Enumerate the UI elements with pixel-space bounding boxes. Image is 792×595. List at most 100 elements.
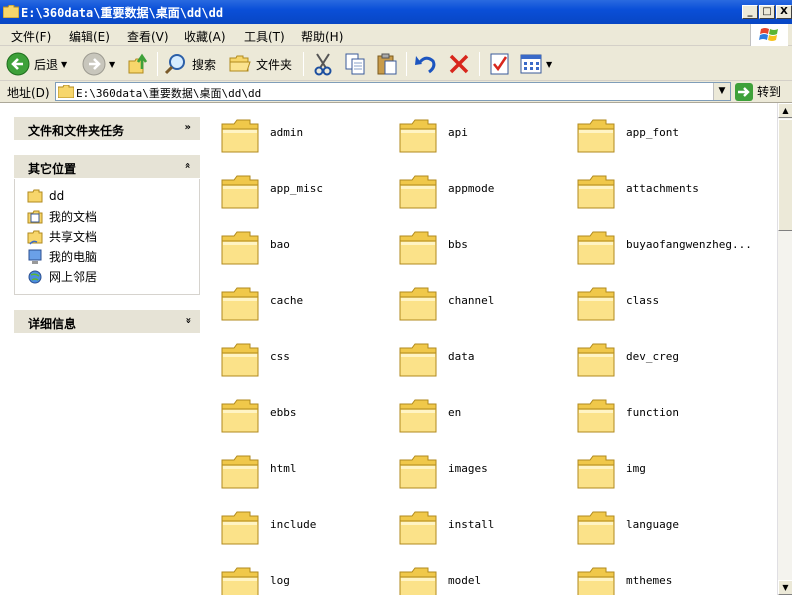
maximize-button[interactable]: □ <box>759 5 775 19</box>
properties-button[interactable] <box>488 51 512 77</box>
shared-folder-icon <box>27 230 43 244</box>
folder-item[interactable]: img <box>568 448 743 492</box>
folder-icon <box>398 172 438 210</box>
folder-item[interactable]: log <box>212 560 387 595</box>
window-title: E:\360data\重要数据\桌面\dd\dd <box>21 6 224 20</box>
paste-icon <box>377 53 397 75</box>
search-label: 搜索 <box>192 57 217 72</box>
folder-item[interactable]: attachments <box>568 168 743 212</box>
menu-tools[interactable]: 工具(T) <box>244 28 285 45</box>
folder-view[interactable]: admin api app_font app_misc appmode attachmen… <box>212 103 777 595</box>
folder-name: data <box>448 350 475 363</box>
forward-dropdown-icon[interactable]: ▼ <box>109 60 115 69</box>
chevron-down-icon[interactable]: » <box>185 122 191 133</box>
scroll-up-button[interactable]: ▲ <box>778 103 792 118</box>
menu-file[interactable]: 文件(F) <box>11 28 51 45</box>
folder-name: api <box>448 126 468 139</box>
close-button[interactable]: X <box>776 5 792 19</box>
paste-button[interactable] <box>375 51 399 77</box>
folder-item[interactable]: app_font <box>568 112 743 156</box>
folder-item[interactable]: appmode <box>390 168 565 212</box>
vertical-scrollbar[interactable]: ▲ ▼ <box>777 103 792 595</box>
folder-item[interactable]: bbs <box>390 224 565 268</box>
folder-name: appmode <box>448 182 495 195</box>
folder-item[interactable]: css <box>212 336 387 380</box>
cut-button[interactable] <box>311 51 335 77</box>
undo-button[interactable] <box>414 51 438 77</box>
scroll-down-button[interactable]: ▼ <box>778 580 792 595</box>
address-input[interactable]: E:\360data\重要数据\桌面\dd\dd ▼ <box>55 82 731 101</box>
minimize-button[interactable]: _ <box>742 5 758 19</box>
chevron-down-icon[interactable]: » <box>182 317 193 323</box>
copy-button[interactable] <box>343 51 367 77</box>
folder-icon <box>398 508 438 546</box>
undo-icon <box>415 56 436 74</box>
folder-item[interactable]: function <box>568 392 743 436</box>
folder-item[interactable]: data <box>390 336 565 380</box>
folder-item[interactable]: admin <box>212 112 387 156</box>
folder-item[interactable]: model <box>390 560 565 595</box>
folder-item[interactable]: language <box>568 504 743 548</box>
my-computer-icon <box>28 249 42 264</box>
search-button[interactable]: 搜索 <box>164 51 216 77</box>
folder-item[interactable]: include <box>212 504 387 548</box>
menu-edit[interactable]: 编辑(E) <box>69 28 110 45</box>
folder-icon <box>220 284 260 322</box>
folder-item[interactable]: buyaofangwenzheg... <box>568 224 752 268</box>
other-places-header[interactable]: 其它位置 » <box>14 155 200 179</box>
folder-item[interactable]: html <box>212 448 387 492</box>
folders-button[interactable]: 文件夹 <box>228 51 292 77</box>
folder-name: class <box>626 294 660 307</box>
forward-arrow-icon <box>82 52 106 76</box>
folder-name: log <box>270 574 290 587</box>
go-button[interactable]: 转到 <box>735 82 781 101</box>
scroll-thumb[interactable] <box>778 119 792 231</box>
views-icon <box>520 54 542 74</box>
up-folder-button[interactable] <box>127 51 151 77</box>
folder-item[interactable]: app_misc <box>212 168 387 212</box>
back-button[interactable]: 后退 ▼ <box>6 51 67 77</box>
views-dropdown-icon[interactable]: ▼ <box>546 60 552 69</box>
folder-name: app_font <box>626 126 679 139</box>
place-item-shared-documents[interactable]: 共享文档 <box>27 228 97 245</box>
folder-icon <box>220 452 260 490</box>
folder-item[interactable]: class <box>568 280 743 324</box>
folder-item[interactable]: cache <box>212 280 387 324</box>
views-button[interactable]: ▼ <box>519 51 552 77</box>
back-dropdown-icon[interactable]: ▼ <box>61 60 67 69</box>
folder-item[interactable]: ebbs <box>212 392 387 436</box>
place-item-network-places[interactable]: 网上邻居 <box>27 268 97 285</box>
place-item-my-computer[interactable]: 我的电脑 <box>27 248 97 265</box>
folder-item[interactable]: mthemes <box>568 560 743 595</box>
address-dropdown-icon[interactable]: ▼ <box>713 83 730 100</box>
folder-name: include <box>270 518 317 531</box>
file-tasks-header[interactable]: 文件和文件夹任务 » <box>14 117 200 141</box>
folder-item[interactable]: channel <box>390 280 565 324</box>
folder-item[interactable]: en <box>390 392 565 436</box>
folder-name: mthemes <box>626 574 673 587</box>
place-item-dd[interactable]: dd <box>27 188 64 204</box>
chevron-up-icon[interactable]: » <box>182 162 193 168</box>
place-item-my-documents[interactable]: 我的文档 <box>27 208 97 225</box>
folder-item[interactable]: bao <box>212 224 387 268</box>
folder-icon <box>220 340 260 378</box>
windows-logo-icon <box>750 24 788 46</box>
menu-help[interactable]: 帮助(H) <box>301 28 343 45</box>
folder-item[interactable]: dev_creg <box>568 336 743 380</box>
menu-view[interactable]: 查看(V) <box>127 28 169 45</box>
forward-button[interactable]: ▼ <box>82 51 115 77</box>
folder-name: attachments <box>626 182 699 195</box>
folder-item[interactable]: api <box>390 112 565 156</box>
details-header[interactable]: 详细信息 » <box>14 310 200 334</box>
folder-item[interactable]: images <box>390 448 565 492</box>
place-label: 我的电脑 <box>49 250 98 264</box>
title-bar[interactable]: E:\360data\重要数据\桌面\dd\dd _ □ X <box>0 0 792 24</box>
folders-icon <box>229 55 251 72</box>
folder-icon <box>220 508 260 546</box>
folder-name: ebbs <box>270 406 297 419</box>
menu-bar: 文件(F) 编辑(E) 查看(V) 收藏(A) 工具(T) 帮助(H) <box>0 24 792 46</box>
delete-button[interactable] <box>447 51 471 77</box>
folder-name: bao <box>270 238 290 251</box>
folder-item[interactable]: install <box>390 504 565 548</box>
menu-favorites[interactable]: 收藏(A) <box>184 28 226 45</box>
